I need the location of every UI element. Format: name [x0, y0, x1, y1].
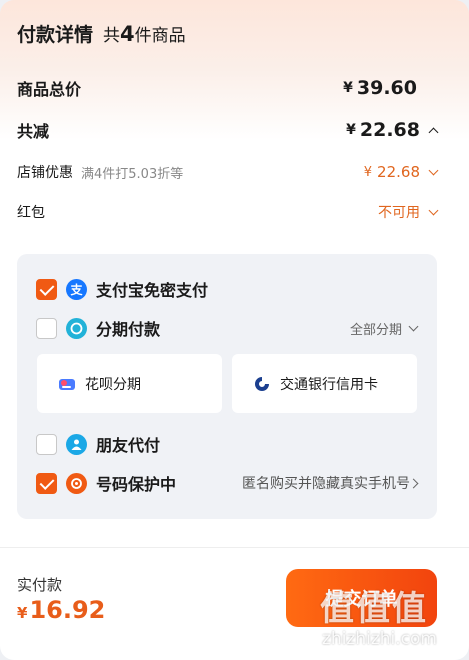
actual-payment-value: 16.92	[29, 596, 106, 624]
actual-payment-label: 实付款	[17, 576, 63, 594]
friend-pay-label: 朋友代付	[96, 436, 161, 455]
installment-label: 分期付款	[96, 320, 161, 339]
currency-symbol: ¥	[346, 122, 356, 138]
item-count-suffix: 件商品	[134, 26, 186, 46]
discount-total-amount: ¥22.68	[346, 119, 439, 141]
option-friend-pay[interactable]: 朋友代付	[36, 432, 417, 456]
store-discount-desc: 满4件打5.03折等	[81, 166, 184, 182]
store-discount-value: 22.68	[377, 163, 420, 181]
store-discount-label-group: 店铺优惠 满4件打5.03折等	[17, 162, 183, 182]
number-protection-label: 号码保护中	[96, 475, 177, 494]
friend-pay-icon	[66, 433, 87, 455]
currency-symbol: ¥	[17, 604, 28, 622]
number-protection-checkbox[interactable]	[36, 472, 57, 494]
chevron-right-icon	[408, 478, 419, 488]
bocom-label: 交通银行信用卡	[280, 376, 378, 393]
payment-options-panel: 支 支付宝免密支付 分期付款 全部分期 花呗分期 交通银行信用卡 朋友代付 号码…	[17, 254, 437, 519]
item-count-prefix: 共	[103, 26, 121, 46]
store-discount-row[interactable]: 店铺优惠 满4件打5.03折等 ¥22.68	[17, 162, 439, 182]
discount-total-value: 22.68	[359, 119, 420, 141]
chevron-down-icon[interactable]	[428, 205, 439, 215]
anonymous-purchase-link[interactable]: 匿名购买并隐藏真实手机号	[242, 473, 419, 493]
alipay-label: 支付宝免密支付	[96, 281, 209, 300]
watermark: 值值值 zhizhizhi.com	[320, 575, 460, 655]
installment-checkbox[interactable]	[36, 317, 57, 339]
actual-payment-amount: ¥16.92	[17, 596, 105, 624]
store-discount-label: 店铺优惠	[17, 165, 73, 181]
option-alipay-nopwd[interactable]: 支 支付宝免密支付	[36, 277, 417, 301]
option-number-protection[interactable]: 号码保护中 匿名购买并隐藏真实手机号	[36, 471, 419, 495]
huabei-icon	[59, 378, 75, 390]
card-bocom[interactable]: 交通银行信用卡	[232, 354, 417, 413]
red-packet-label: 红包	[17, 205, 45, 221]
huabei-label: 花呗分期	[85, 376, 141, 393]
red-packet-row[interactable]: 红包 不可用	[17, 202, 439, 222]
card-huabei[interactable]: 花呗分期	[37, 354, 222, 413]
payment-details-sheet: 付款详情 共4件商品 商品总价 ¥39.60 共减 ¥22.68 店铺优惠 满4…	[0, 0, 469, 660]
discount-total-row[interactable]: 共减 ¥22.68	[17, 118, 439, 142]
goods-total-amount: ¥39.60	[343, 77, 417, 99]
anonymous-purchase-label: 匿名购买并隐藏真实手机号	[242, 476, 410, 492]
alipay-icon: 支	[66, 278, 87, 300]
alipay-checkbox[interactable]	[36, 278, 57, 300]
chevron-up-icon[interactable]	[428, 127, 439, 137]
discount-total-label: 共减	[17, 122, 50, 141]
store-discount-amount: ¥22.68	[363, 163, 439, 181]
item-count: 共4件商品	[103, 21, 186, 46]
currency-symbol: ¥	[363, 164, 373, 180]
friend-pay-checkbox[interactable]	[36, 433, 57, 455]
watermark-glyphs: 值值值	[320, 589, 428, 629]
chevron-down-icon[interactable]	[428, 165, 439, 175]
sheet-header: 付款详情 共4件商品	[17, 20, 186, 47]
goods-total-value: 39.60	[356, 77, 417, 99]
red-packet-status: 不可用	[378, 202, 439, 222]
installment-icon	[66, 317, 87, 339]
all-installments-label: 全部分期	[349, 322, 402, 338]
bocom-icon	[255, 376, 269, 391]
phone-protect-icon	[66, 472, 87, 494]
goods-total-label: 商品总价	[17, 80, 82, 99]
option-installment[interactable]: 分期付款 全部分期	[36, 316, 419, 340]
goods-total-row: 商品总价 ¥39.60	[17, 76, 437, 100]
footer-divider	[0, 547, 469, 548]
all-installments-selector[interactable]: 全部分期	[349, 319, 419, 338]
item-count-number: 4	[120, 22, 135, 46]
currency-symbol: ¥	[343, 80, 353, 96]
chevron-down-icon	[408, 321, 419, 331]
red-packet-value: 不可用	[378, 205, 420, 221]
page-title: 付款详情	[17, 24, 94, 46]
watermark-url: zhizhizhi.com	[322, 629, 437, 649]
